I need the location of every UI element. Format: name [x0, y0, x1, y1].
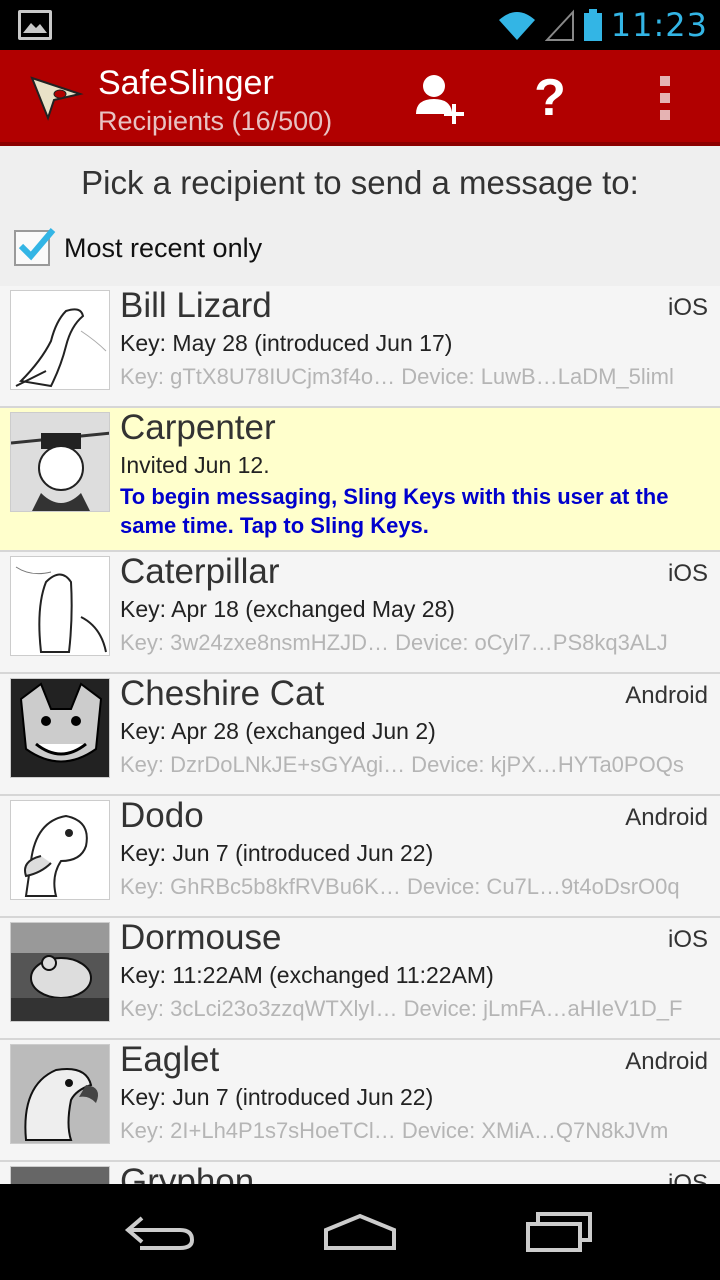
platform-label: Android	[625, 1048, 708, 1075]
key-device-ids: Key: gTtX8U78IUCjm3f4o… Device: LuwB…LaD…	[120, 364, 674, 389]
wifi-icon	[498, 12, 535, 40]
key-date: Key: May 28 (introduced Jun 17)	[120, 330, 453, 356]
recipient-row-eaglet[interactable]: Eaglet Android Key: Jun 7 (introduced Ju…	[0, 1040, 720, 1162]
avatar	[10, 800, 110, 900]
avatar	[10, 922, 110, 1022]
avatar	[10, 678, 110, 778]
key-date: Key: Apr 18 (exchanged May 28)	[120, 596, 455, 622]
overflow-dot-icon	[660, 93, 670, 103]
signal-icon	[544, 9, 574, 41]
recipient-name: Bill Lizard	[120, 286, 272, 325]
recipient-row-dormouse[interactable]: Dormouse iOS Key: 11:22AM (exchanged 11:…	[0, 918, 720, 1040]
recipients-count: Recipients (16/500)	[98, 106, 333, 136]
main-content: Pick a recipient to send a message to: M…	[0, 146, 720, 1184]
platform-label: iOS	[667, 1170, 708, 1184]
platform-label: iOS	[667, 560, 708, 587]
app-title: SafeSlinger	[98, 64, 274, 102]
overflow-dot-icon	[660, 76, 670, 86]
recipient-list: Bill Lizard iOS Key: May 28 (introduced …	[0, 286, 720, 1184]
most-recent-label: Most recent only	[64, 232, 263, 263]
avatar	[10, 1044, 110, 1144]
action-bar: SafeSlinger Recipients (16/500) ?	[0, 50, 720, 146]
image-notification-icon	[18, 10, 52, 40]
recipient-row-carpenter[interactable]: Carpenter Invited Jun 12. To begin messa…	[0, 408, 720, 552]
overflow-dot-icon	[660, 110, 670, 120]
most-recent-checkbox[interactable]	[14, 228, 56, 266]
key-device-ids: Key: 3w24zxe8nsmHZJD… Device: oCyl7…PS8k…	[120, 630, 668, 655]
status-bar: 11:23	[0, 0, 720, 50]
platform-label: Android	[625, 804, 708, 831]
home-button[interactable]	[315, 1202, 405, 1262]
help-icon: ?	[534, 69, 566, 127]
recipient-name: Carpenter	[120, 408, 276, 447]
invite-status: Invited Jun 12.	[120, 452, 270, 478]
avatar	[10, 412, 110, 512]
recipient-row-bill-lizard[interactable]: Bill Lizard iOS Key: May 28 (introduced …	[0, 286, 720, 408]
battery-icon	[583, 9, 602, 41]
app-logo-icon[interactable]	[26, 72, 86, 122]
most-recent-filter[interactable]: Most recent only	[14, 226, 262, 270]
platform-label: Android	[625, 682, 708, 709]
home-icon	[324, 1213, 396, 1250]
back-button[interactable]	[115, 1202, 205, 1262]
key-date: Key: Apr 28 (exchanged Jun 2)	[120, 718, 436, 744]
clock: 11:23	[610, 6, 708, 44]
page-prompt: Pick a recipient to send a message to:	[81, 164, 639, 201]
recipient-name: Cheshire Cat	[120, 674, 325, 713]
navigation-bar	[0, 1184, 720, 1280]
recipient-row-caterpillar[interactable]: Caterpillar iOS Key: Apr 18 (exchanged M…	[0, 552, 720, 674]
recipient-row-dodo[interactable]: Dodo Android Key: Jun 7 (introduced Jun …	[0, 796, 720, 918]
recipient-name: Dodo	[120, 796, 204, 835]
avatar	[10, 1166, 110, 1184]
help-button[interactable]: ?	[515, 50, 585, 146]
key-device-ids: Key: DzrDoLNkJE+sGYAgi… Device: kjPX…HYT…	[120, 752, 684, 777]
platform-label: iOS	[667, 926, 708, 953]
sling-keys-prompt[interactable]: To begin messaging, Sling Keys with this…	[120, 482, 710, 540]
recipient-name: Eaglet	[120, 1040, 220, 1079]
recipient-name: Caterpillar	[120, 552, 280, 591]
recent-apps-icon	[526, 1212, 592, 1252]
key-date: Key: Jun 7 (introduced Jun 22)	[120, 1084, 434, 1110]
key-device-ids: Key: GhRBc5b8kfRVBu6K… Device: Cu7L…9t4o…	[120, 874, 680, 899]
add-contact-button[interactable]	[405, 50, 475, 146]
recipient-name: Gryphon	[120, 1162, 255, 1184]
key-date: Key: 11:22AM (exchanged 11:22AM)	[120, 962, 494, 988]
overflow-menu-button[interactable]	[640, 50, 690, 146]
avatar	[10, 556, 110, 656]
recipient-row-gryphon[interactable]: Gryphon iOS	[0, 1162, 720, 1184]
key-date: Key: Jun 7 (introduced Jun 22)	[120, 840, 434, 866]
back-icon	[124, 1216, 195, 1250]
add-person-icon	[416, 75, 464, 124]
recent-apps-button[interactable]	[515, 1202, 605, 1262]
avatar	[10, 290, 110, 390]
recipient-row-cheshire-cat[interactable]: Cheshire Cat Android Key: Apr 28 (exchan…	[0, 674, 720, 796]
platform-label: iOS	[667, 294, 708, 321]
checkmark-icon	[18, 228, 56, 261]
recipient-name: Dormouse	[120, 918, 282, 957]
key-device-ids: Key: 3cLci23o3zzqWTXlyI… Device: jLmFA…a…	[120, 996, 683, 1021]
key-device-ids: Key: 2I+Lh4P1s7sHoeTCl… Device: XMiA…Q7N…	[120, 1118, 669, 1143]
